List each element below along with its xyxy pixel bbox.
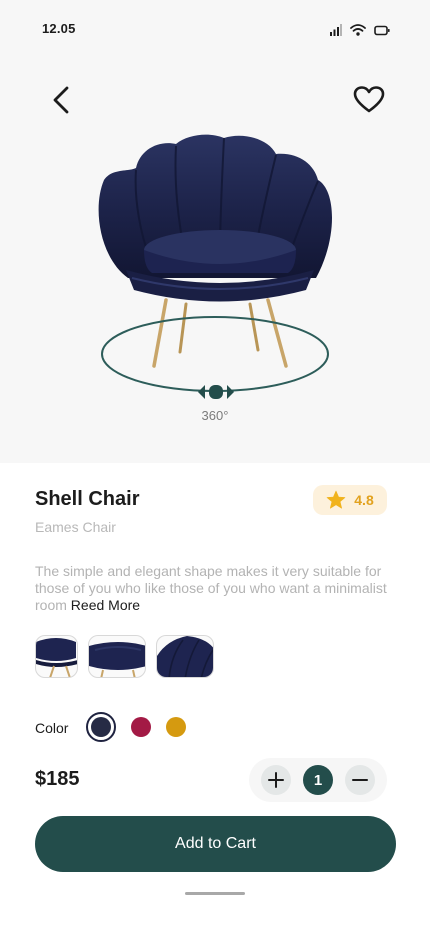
rotation-label: 360° xyxy=(201,408,229,423)
thumbnail-image xyxy=(157,636,213,677)
minus-icon xyxy=(352,779,368,781)
battery-icon xyxy=(374,25,390,35)
color-swatch-navy[interactable] xyxy=(86,712,116,742)
back-button[interactable] xyxy=(46,80,78,120)
read-more-link[interactable]: Reed More xyxy=(71,597,140,613)
thumbnail-image xyxy=(36,638,77,677)
color-picker xyxy=(86,712,186,742)
thumbnail-1[interactable] xyxy=(35,635,78,678)
add-to-cart-button[interactable]: Add to Cart xyxy=(35,816,396,872)
quantity-stepper: 1 xyxy=(249,758,387,802)
heart-icon xyxy=(353,86,385,113)
thumbnail-image xyxy=(89,642,145,677)
thumbnail-2[interactable] xyxy=(88,635,146,678)
increase-quantity-button[interactable] xyxy=(261,765,291,795)
product-subtitle: Eames Chair xyxy=(35,519,116,535)
status-icons xyxy=(330,24,390,36)
color-swatch-navy-fill xyxy=(91,717,111,737)
rating-badge: 4.8 xyxy=(313,485,387,515)
back-icon xyxy=(53,86,69,114)
color-swatch-mustard[interactable] xyxy=(166,717,186,737)
rating-value: 4.8 xyxy=(354,492,374,508)
plus-icon xyxy=(268,772,284,788)
product-title: Shell Chair xyxy=(35,488,140,510)
decrease-quantity-button[interactable] xyxy=(345,765,375,795)
home-indicator xyxy=(185,892,245,895)
thumbnail-3[interactable] xyxy=(156,635,214,678)
product-price: $185 xyxy=(35,768,80,790)
color-label: Color xyxy=(35,720,69,736)
product-hero: 12.05 360° xyxy=(0,0,430,463)
star-icon xyxy=(326,490,346,509)
signal-icon xyxy=(330,24,342,36)
status-time: 12.05 xyxy=(42,21,76,36)
quantity-value: 1 xyxy=(303,765,333,795)
color-swatch-crimson[interactable] xyxy=(131,717,151,737)
rotate-handle[interactable] xyxy=(197,382,235,402)
product-description: The simple and elegant shape makes it ve… xyxy=(35,563,395,614)
favorite-button[interactable] xyxy=(352,84,386,116)
wifi-icon xyxy=(350,24,366,36)
product-detail-screen: 12.05 360° Shell Chair Eames Chair 4.8 T… xyxy=(0,0,430,932)
thumbnail-gallery xyxy=(35,635,214,678)
